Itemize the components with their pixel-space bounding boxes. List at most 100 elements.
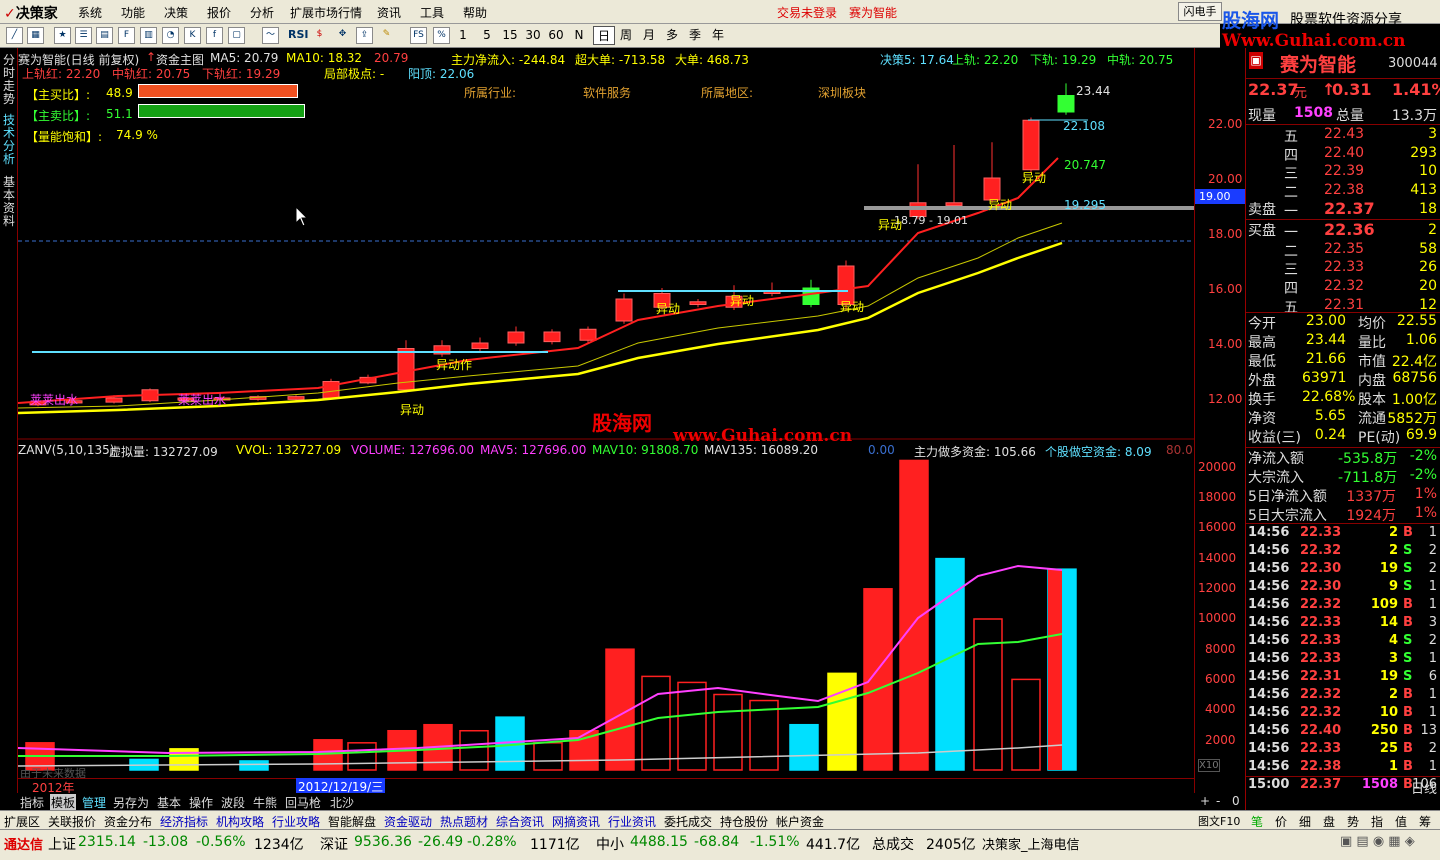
tray-icons[interactable]: ▣ ▤ ◉ ▦ ◈ bbox=[1340, 834, 1415, 849]
text-icon[interactable]: ▤ bbox=[96, 27, 113, 44]
fund-icon[interactable]: ▥ bbox=[140, 27, 157, 44]
func-fund-drive[interactable]: 资金驱动 bbox=[384, 813, 432, 830]
func-smart-analysis[interactable]: 智能解盘 bbox=[328, 813, 376, 830]
period-60min[interactable]: 60 bbox=[545, 26, 567, 45]
period-week[interactable]: 周 bbox=[615, 26, 637, 45]
tab-huimaqiang[interactable]: 回马枪 bbox=[285, 794, 321, 811]
tab-indicator[interactable]: 指标 bbox=[20, 794, 44, 811]
formula-icon[interactable]: f bbox=[206, 27, 223, 44]
zoom-in-button[interactable]: + bbox=[1200, 794, 1210, 808]
menu-ext-market[interactable]: 扩展市场行情 bbox=[290, 4, 362, 21]
period-multi[interactable]: 多 bbox=[661, 26, 683, 45]
nav-fundamental[interactable]: 基本资料 bbox=[2, 176, 16, 228]
period-30min[interactable]: 30 bbox=[522, 26, 544, 45]
side-tab[interactable]: 价 bbox=[1275, 813, 1287, 830]
period-season[interactable]: 季 bbox=[684, 26, 706, 45]
tab-template[interactable]: 模板 bbox=[50, 794, 77, 811]
menu-quote[interactable]: 报价 bbox=[207, 4, 231, 21]
zoom-reset-button[interactable]: 0 bbox=[1232, 794, 1240, 808]
tab-operate[interactable]: 操作 bbox=[189, 794, 213, 811]
func-general-news[interactable]: 综合资讯 bbox=[496, 813, 544, 830]
side-tab[interactable]: 笔 bbox=[1251, 813, 1263, 830]
menu-system[interactable]: 系统 bbox=[78, 4, 102, 21]
stock-menu-icon[interactable]: ▣ bbox=[1249, 52, 1263, 69]
sell-row[interactable]: 四 22.40 293 bbox=[1246, 145, 1440, 164]
period-5min[interactable]: 5 bbox=[476, 26, 498, 45]
func-web-news[interactable]: 网摘资讯 bbox=[552, 813, 600, 830]
rsi-button[interactable]: RSI bbox=[288, 28, 309, 41]
side-tab[interactable]: 指 bbox=[1371, 813, 1383, 830]
menu-analysis[interactable]: 分析 bbox=[250, 4, 274, 21]
nav-intraday[interactable]: 分时走势 bbox=[2, 54, 16, 106]
func-ext-area[interactable]: 扩展区 bbox=[4, 813, 40, 830]
stock-name-link[interactable]: 赛为智能 bbox=[849, 4, 897, 21]
side-tab[interactable]: 细 bbox=[1299, 813, 1311, 830]
day-line-label[interactable]: 日线 bbox=[1411, 778, 1437, 797]
sell-row[interactable]: 三 22.39 10 bbox=[1246, 163, 1440, 182]
money-icon[interactable]: $ bbox=[311, 27, 328, 44]
tab-basic[interactable]: 基本 bbox=[157, 794, 181, 811]
func-account[interactable]: 帐户资金 bbox=[776, 813, 824, 830]
tab-save-as[interactable]: 另存为 bbox=[113, 794, 149, 811]
line-icon[interactable]: ╱ bbox=[6, 27, 23, 44]
tab-beisha[interactable]: 北沙 bbox=[330, 794, 354, 811]
f10-icon[interactable]: F bbox=[118, 27, 135, 44]
menu-function[interactable]: 功能 bbox=[121, 4, 145, 21]
candle-body bbox=[397, 348, 415, 391]
func-industry-news[interactable]: 行业资讯 bbox=[608, 813, 656, 830]
buy-row[interactable]: 三 22.33 26 bbox=[1246, 259, 1440, 278]
sell-row[interactable]: 五 22.43 3 bbox=[1246, 126, 1440, 145]
stat-label: 最高 bbox=[1248, 335, 1276, 351]
period-n[interactable]: N bbox=[568, 26, 590, 45]
period-day[interactable]: 日 bbox=[593, 26, 615, 45]
trend-icon[interactable]: 〜 bbox=[262, 27, 279, 44]
side-tab[interactable]: 值 bbox=[1395, 813, 1407, 830]
nav-technical[interactable]: 技术分析 bbox=[2, 114, 16, 166]
pen-icon[interactable]: ✎ bbox=[378, 27, 395, 44]
f10-button[interactable]: 图文F10 bbox=[1198, 813, 1240, 829]
side-tab[interactable]: 势 bbox=[1347, 813, 1359, 830]
move-icon[interactable]: ✥ bbox=[334, 27, 351, 44]
tab-wave[interactable]: 波段 bbox=[221, 794, 245, 811]
k-icon[interactable]: K bbox=[184, 27, 201, 44]
menu-news[interactable]: 资讯 bbox=[377, 4, 401, 21]
export-icon[interactable]: ⇪ bbox=[356, 27, 373, 44]
zx-label[interactable]: 中小 bbox=[596, 834, 624, 854]
tab-manage[interactable]: 管理 bbox=[82, 794, 106, 811]
tab-bull-bear[interactable]: 牛熊 bbox=[253, 794, 277, 811]
grid-icon[interactable]: ▦ bbox=[27, 27, 44, 44]
func-hot-topic[interactable]: 热点题材 bbox=[440, 813, 488, 830]
func-econ-index[interactable]: 经济指标 bbox=[160, 813, 208, 830]
func-industry-strategy[interactable]: 行业攻略 bbox=[272, 813, 320, 830]
trade-login-link[interactable]: 交易未登录 bbox=[777, 4, 837, 21]
buy-row[interactable]: 四 22.32 20 bbox=[1246, 278, 1440, 297]
pct-icon[interactable]: % bbox=[433, 27, 450, 44]
period-1min[interactable]: 1 bbox=[452, 26, 474, 45]
func-holdings[interactable]: 持仓股份 bbox=[720, 813, 768, 830]
func-orders[interactable]: 委托成交 bbox=[664, 813, 712, 830]
sh-label[interactable]: 上证 bbox=[48, 834, 76, 854]
fs-icon[interactable]: FS bbox=[410, 27, 427, 44]
side-tab[interactable]: 盘 bbox=[1323, 813, 1335, 830]
func-inst-strategy[interactable]: 机构攻略 bbox=[216, 813, 264, 830]
menu-tools[interactable]: 工具 bbox=[420, 4, 444, 21]
sz-label[interactable]: 深证 bbox=[320, 834, 348, 854]
buy-row[interactable]: 一 22.36 2 bbox=[1246, 220, 1440, 241]
func-related-quote[interactable]: 关联报价 bbox=[48, 813, 96, 830]
side-tab[interactable]: 筹 bbox=[1419, 813, 1431, 830]
window-icon[interactable]: ▢ bbox=[228, 27, 245, 44]
period-15min[interactable]: 15 bbox=[499, 26, 521, 45]
chart-area[interactable]: 股海网 www.Guhai.com.cn 赛为智能(日线 前复权) ↑ 资金主图… bbox=[18, 48, 1245, 795]
period-month[interactable]: 月 bbox=[638, 26, 660, 45]
fav-icon[interactable]: ★ bbox=[54, 27, 71, 44]
buy-row[interactable]: 二 22.35 58 bbox=[1246, 241, 1440, 260]
period-year[interactable]: 年 bbox=[707, 26, 729, 45]
zoom-out-button[interactable]: - bbox=[1216, 794, 1220, 808]
list-icon[interactable]: ☰ bbox=[75, 27, 92, 44]
flash-trade-button[interactable]: 闪电手 bbox=[1178, 2, 1222, 21]
sh-pct: -0.56% bbox=[196, 834, 246, 850]
pie-icon[interactable]: ◔ bbox=[162, 27, 179, 44]
func-fund-dist[interactable]: 资金分布 bbox=[104, 813, 152, 830]
menu-decision[interactable]: 决策 bbox=[164, 4, 188, 21]
menu-help[interactable]: 帮助 bbox=[463, 4, 487, 21]
